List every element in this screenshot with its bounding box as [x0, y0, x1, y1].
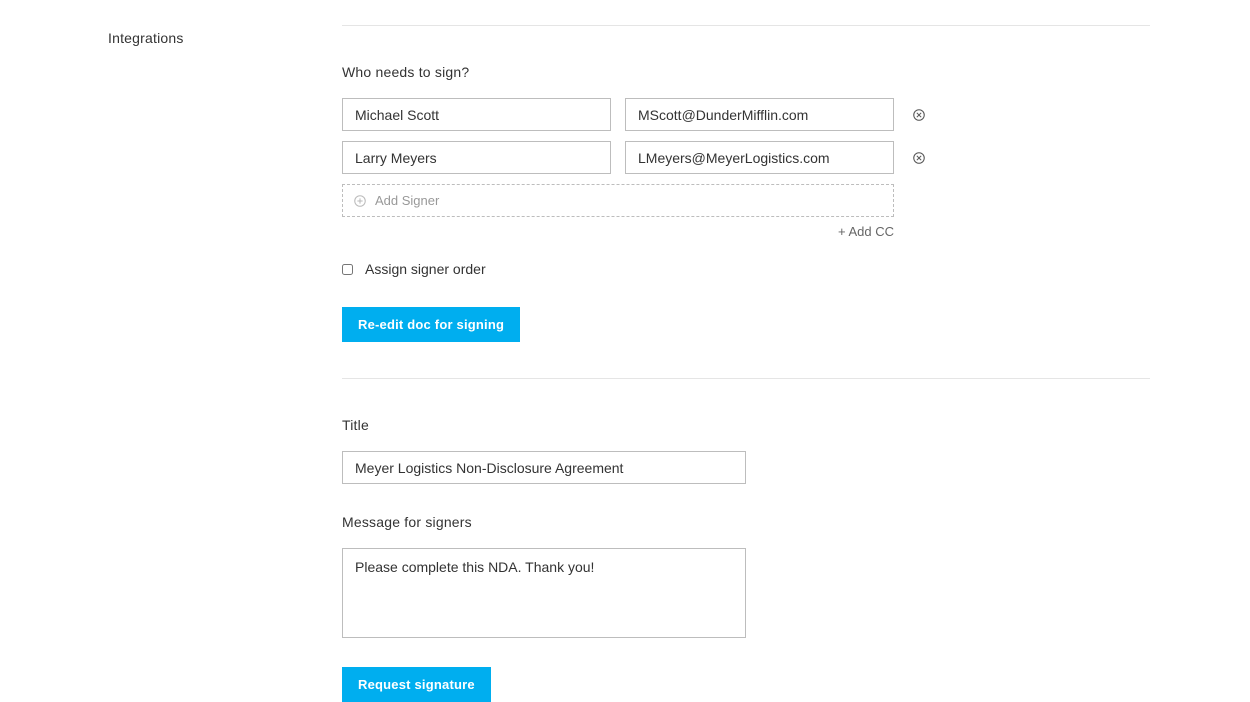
- assign-order-checkbox[interactable]: [342, 264, 353, 275]
- title-input[interactable]: [342, 451, 746, 484]
- message-textarea[interactable]: Please complete this NDA. Thank you!: [342, 548, 746, 638]
- signer-email-input[interactable]: [625, 141, 894, 174]
- title-heading: Title: [342, 417, 1150, 433]
- remove-signer-icon[interactable]: [912, 108, 926, 122]
- divider: [342, 378, 1150, 379]
- assign-order-label: Assign signer order: [365, 261, 486, 277]
- signer-row: [342, 98, 1150, 131]
- signer-row: [342, 141, 1150, 174]
- message-heading: Message for signers: [342, 514, 1150, 530]
- request-signature-button[interactable]: Request signature: [342, 667, 491, 702]
- plus-circle-icon: [353, 194, 367, 208]
- add-signer-button[interactable]: Add Signer: [342, 184, 894, 217]
- reedit-doc-button[interactable]: Re-edit doc for signing: [342, 307, 520, 342]
- remove-signer-icon[interactable]: [912, 151, 926, 165]
- signers-heading: Who needs to sign?: [342, 64, 1150, 80]
- sidebar-item-integrations[interactable]: Integrations: [108, 30, 342, 46]
- divider: [342, 25, 1150, 26]
- add-signer-label: Add Signer: [375, 193, 439, 208]
- signer-email-input[interactable]: [625, 98, 894, 131]
- add-cc-link[interactable]: + Add CC: [838, 224, 894, 239]
- signer-name-input[interactable]: [342, 141, 611, 174]
- signer-name-input[interactable]: [342, 98, 611, 131]
